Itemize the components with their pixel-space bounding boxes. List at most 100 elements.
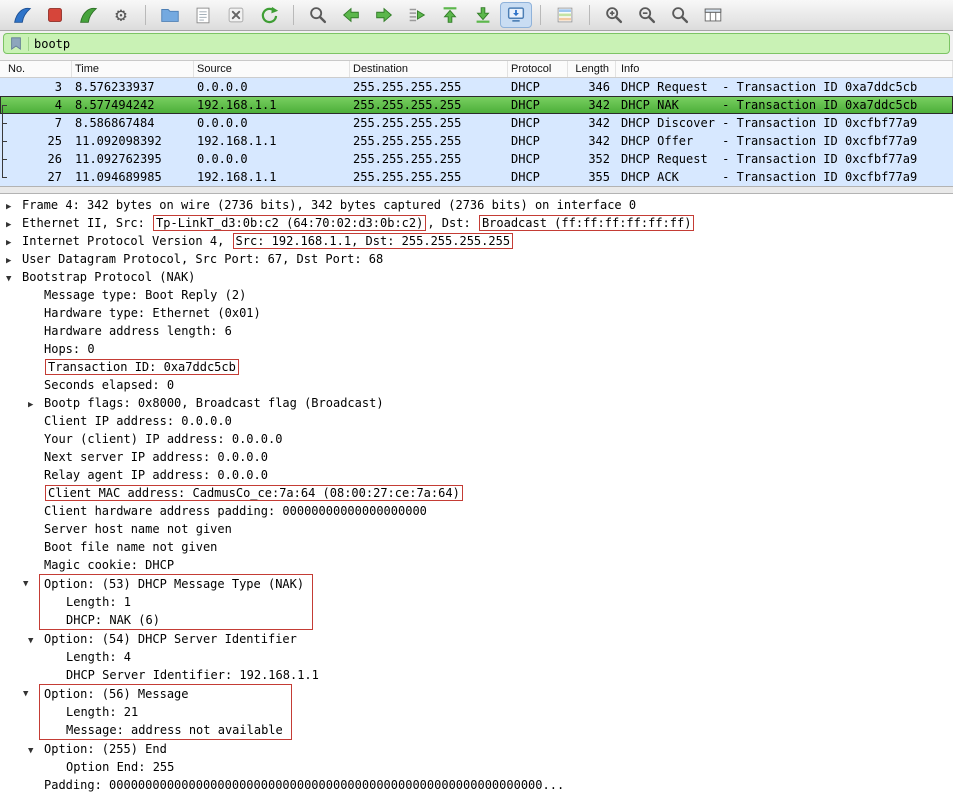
go-forward-button[interactable] [368, 2, 400, 28]
cell-no: 26 [47, 152, 62, 166]
detail-text: Client hardware address padding: 0000000… [44, 504, 427, 518]
detail-line[interactable]: DHCP Server Identifier: 192.168.1.1 [0, 666, 953, 684]
packet-row-27[interactable]: 27 11.094689985 192.168.1.1 255.255.255.255… [0, 168, 953, 186]
resize-columns-button[interactable] [697, 2, 729, 28]
detail-text: Option: (54) DHCP Server Identifier [44, 632, 297, 646]
column-header-time[interactable]: Time [72, 61, 194, 77]
reload-file-button[interactable] [253, 2, 285, 28]
capture-options-button[interactable]: ⚙ [105, 2, 137, 28]
detail-line[interactable]: ▶ Bootp flags: 0x8000, Broadcast flag (Br… [0, 394, 953, 412]
cell-source: 192.168.1.1 [197, 98, 277, 112]
detail-text: Option End: 255 [66, 760, 175, 774]
detail-line[interactable]: Boot file name not given [0, 538, 953, 556]
packet-row-3[interactable]: 3 8.576233937 0.0.0.0 255.255.255.255 DHCP 34… [0, 78, 953, 96]
detail-line[interactable]: ▶ Frame 4: 342 bytes on wire (2736 bits),… [0, 196, 953, 214]
zoom-in-button[interactable] [598, 2, 630, 28]
cell-no: 3 [54, 80, 62, 94]
detail-line[interactable]: Magic cookie: DHCP [0, 556, 953, 574]
detail-line[interactable]: ▼ Option: (255) End [0, 740, 953, 758]
cell-protocol: DHCP [511, 98, 540, 112]
go-last-button[interactable] [467, 2, 499, 28]
detail-line[interactable]: Your (client) IP address: 0.0.0.0 [0, 430, 953, 448]
collapse-toggle-icon[interactable]: ▼ [23, 575, 39, 593]
detail-line[interactable]: Length: 1 [40, 593, 304, 611]
restart-capture-button[interactable] [72, 2, 104, 28]
detail-line[interactable]: Length: 4 [0, 648, 953, 666]
filter-bookmark-icon[interactable] [9, 36, 23, 51]
detail-line[interactable]: DHCP: NAK (6) [40, 611, 304, 629]
detail-line[interactable]: Client hardware address padding: 0000000… [0, 502, 953, 520]
column-header-source[interactable]: Source [194, 61, 350, 77]
column-header-length[interactable]: Length [568, 61, 616, 77]
detail-line[interactable]: Transaction ID: 0xa7ddc5cb [0, 358, 953, 376]
collapse-toggle-icon[interactable]: ▼ [23, 685, 39, 703]
cell-protocol: DHCP [511, 152, 540, 166]
column-header-destination[interactable]: Destination [350, 61, 508, 77]
detail-line[interactable]: Client IP address: 0.0.0.0 [0, 412, 953, 430]
filter-separator [28, 36, 29, 51]
detail-line[interactable]: Message: address not available [40, 721, 283, 739]
save-file-button[interactable] [187, 2, 219, 28]
pane-divider[interactable] [0, 186, 953, 194]
detail-line[interactable]: Client MAC address: CadmusCo_ce:7a:64 (0… [0, 484, 953, 502]
detail-text: Length: 4 [66, 650, 132, 664]
detail-line[interactable]: Hardware address length: 6 [0, 322, 953, 340]
notepad-icon [196, 7, 210, 24]
cell-source: 0.0.0.0 [197, 116, 248, 130]
collapse-toggle-icon[interactable]: ▼ [6, 270, 22, 288]
go-to-packet-button[interactable] [401, 2, 433, 28]
detail-text: Option: (53) DHCP Message Type (NAK) [44, 577, 305, 591]
close-file-button[interactable] [220, 2, 252, 28]
stop-capture-button[interactable] [39, 2, 71, 28]
packet-row-25[interactable]: 25 11.092098392 192.168.1.1 255.255.255.255… [0, 132, 953, 150]
find-packet-button[interactable] [302, 2, 334, 28]
detail-line[interactable]: Seconds elapsed: 0 [0, 376, 953, 394]
toolbar-separator [293, 5, 294, 25]
detail-line[interactable]: ▶ Ethernet II, Src: Tp-LinkT_d3:0b:c2 (64… [0, 214, 953, 232]
collapse-toggle-icon[interactable]: ▼ [28, 742, 44, 760]
column-header-info[interactable]: Info [616, 61, 953, 77]
detail-line[interactable]: Padding: 0000000000000000000000000000000… [0, 776, 953, 794]
detail-line[interactable]: Server host name not given [0, 520, 953, 538]
auto-scroll-button[interactable] [500, 2, 532, 28]
packet-row-7[interactable]: 7 8.586867484 0.0.0.0 255.255.255.255 DHCP 34… [0, 114, 953, 132]
detail-line[interactable]: Hops: 0 [0, 340, 953, 358]
cell-protocol: DHCP [511, 170, 540, 184]
detail-text: DHCP: NAK (6) [66, 613, 160, 627]
column-header-protocol[interactable]: Protocol [508, 61, 568, 77]
detail-line[interactable]: Relay agent IP address: 0.0.0.0 [0, 466, 953, 484]
detail-line[interactable]: ▼ Bootstrap Protocol (NAK) [0, 268, 953, 286]
zoom-out-button[interactable] [631, 2, 663, 28]
detail-line[interactable]: Hardware type: Ethernet (0x01) [0, 304, 953, 322]
colorize-button[interactable] [549, 2, 581, 28]
go-back-button[interactable] [335, 2, 367, 28]
cell-source: 0.0.0.0 [197, 152, 248, 166]
display-filter-input[interactable]: bootp [3, 33, 950, 54]
zoom-normal-button[interactable] [664, 2, 696, 28]
cell-destination: 255.255.255.255 [353, 98, 462, 112]
cell-info: DHCP Discover - Transaction ID 0xcfbf77a… [621, 116, 918, 130]
gear-icon: ⚙ [115, 3, 127, 26]
collapse-toggle-icon[interactable]: ▼ [28, 632, 44, 650]
go-first-button[interactable] [434, 2, 466, 28]
packet-row-26[interactable]: 26 11.092762395 0.0.0.0 255.255.255.255 DHCP… [0, 150, 953, 168]
detail-line[interactable]: Message type: Boot Reply (2) [0, 286, 953, 304]
detail-line[interactable]: Option End: 255 [0, 758, 953, 776]
start-capture-button[interactable] [6, 2, 38, 28]
detail-line[interactable]: ▼ Option: (53) DHCP Message Type (NAK) [23, 575, 305, 593]
detail-line[interactable]: ▼ Option: (56) Message [23, 685, 283, 703]
reload-icon [261, 6, 279, 24]
back-arrow-icon [342, 7, 359, 23]
detail-text: Bootp flags: 0x8000, Broadcast flag (Bro… [44, 396, 384, 410]
detail-line[interactable]: ▼ Option: (54) DHCP Server Identifier [0, 630, 953, 648]
cell-time: 8.577494242 [75, 98, 155, 112]
detail-line[interactable]: Length: 21 [40, 703, 283, 721]
resize-columns-table-icon [704, 8, 722, 22]
column-header-no[interactable]: No. [0, 61, 72, 77]
packet-row-4[interactable]: 4 8.577494242 192.168.1.1 255.255.255.255 DH… [0, 96, 953, 114]
detail-line[interactable]: ▶ Internet Protocol Version 4, Src: 192.1… [0, 232, 953, 250]
detail-text: Magic cookie: DHCP [44, 558, 175, 572]
detail-line[interactable]: Next server IP address: 0.0.0.0 [0, 448, 953, 466]
open-file-button[interactable] [154, 2, 186, 28]
detail-line[interactable]: ▶ User Datagram Protocol, Src Port: 67, D… [0, 250, 953, 268]
